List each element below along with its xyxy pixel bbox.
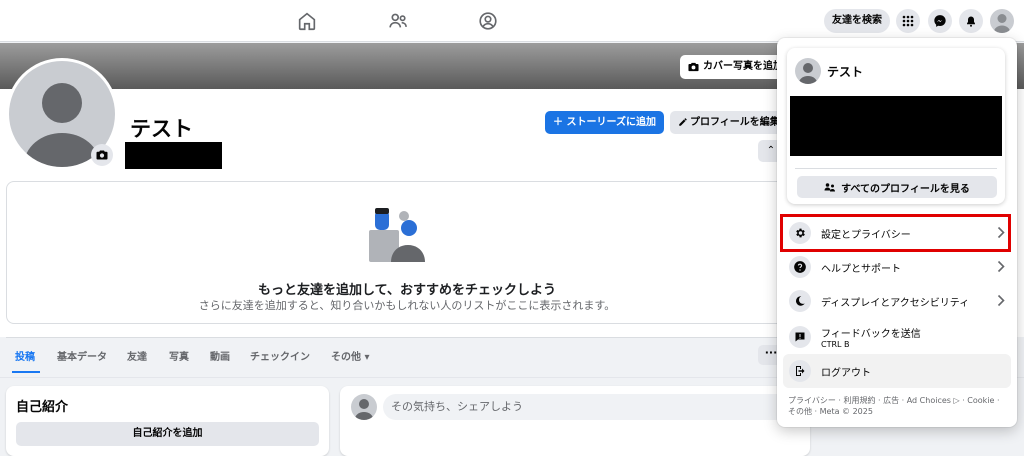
menu-item-label: ディスプレイとアクセシビリティ	[821, 297, 970, 309]
see-all-profiles-button[interactable]: すべてのプロフィールを見る	[797, 176, 997, 198]
redacted-block	[790, 96, 1002, 156]
profile-icon[interactable]	[477, 10, 499, 32]
edit-profile-label: プロフィールを編集	[690, 117, 780, 128]
pencil-icon	[678, 117, 688, 127]
edit-profile-button[interactable]: プロフィールを編集	[670, 111, 790, 134]
account-avatar[interactable]	[990, 9, 1014, 33]
see-all-profiles-label: すべてのプロフィールを見る	[841, 183, 970, 195]
tab-posts[interactable]: 投稿	[15, 348, 35, 363]
active-tab-indicator	[12, 371, 40, 373]
add-cover-photo-label: カバー写真を追加	[703, 61, 783, 72]
menu-card-divider	[795, 168, 997, 169]
intro-card: 自己紹介 自己紹介を追加	[6, 386, 329, 456]
menu-item-shortcut: CTRL B	[821, 340, 850, 349]
profiles-switch-icon	[824, 182, 836, 193]
menu-item-label: ログアウト	[821, 367, 871, 379]
chevron-right-icon	[997, 294, 1005, 307]
redacted-block	[125, 142, 222, 169]
menu-item-label: フィードバックを送信	[821, 329, 921, 340]
post-composer-card: その気持ち、シェアしよう	[340, 386, 810, 456]
question-icon	[789, 256, 811, 278]
intro-title: 自己紹介	[16, 400, 69, 415]
composer-avatar	[351, 394, 377, 420]
add-intro-button[interactable]: 自己紹介を追加	[16, 422, 319, 446]
menu-item-logout[interactable]: ログアウト	[783, 354, 1011, 388]
update-profile-picture-camera-icon[interactable]	[91, 144, 113, 166]
moon-icon	[789, 290, 811, 312]
suggestions-subtitle: さらに友達を追加すると、知り合いかもしれない人のリストがここに表示されます。	[198, 299, 616, 312]
friend-suggestions-card: もっと友達を追加して、おすすめをチェックしよう さらに友達を追加すると、知り合い…	[6, 181, 806, 324]
camera-icon	[688, 62, 699, 72]
profile-name: テスト	[130, 117, 193, 141]
menu-item-label: ヘルプとサポート	[821, 263, 901, 275]
tab-more[interactable]: その他 ▾	[331, 348, 370, 363]
add-story-button[interactable]: ＋ ストーリーズに追加	[545, 111, 664, 134]
menu-item-display-accessibility[interactable]: ディスプレイとアクセシビリティ	[783, 284, 1011, 318]
menu-footer-links[interactable]: プライバシー · 利用規約 · 広告 · Ad Choices ▷ · Cook…	[788, 395, 1010, 417]
find-friends-button[interactable]: 友達を検索	[824, 9, 890, 33]
tab-checkins[interactable]: チェックイン	[250, 348, 310, 363]
people-illustration	[367, 206, 429, 264]
chevron-right-icon	[997, 260, 1005, 273]
tab-friends[interactable]: 友達	[127, 348, 147, 363]
menu-grid-icon[interactable]	[896, 9, 920, 33]
menu-profile-card: テスト すべてのプロフィールを見る	[787, 48, 1005, 204]
tab-videos[interactable]: 動画	[210, 348, 230, 363]
top-navigation-bar: 友達を検索	[0, 0, 1024, 42]
menu-item-help-support[interactable]: ヘルプとサポート	[783, 250, 1011, 284]
menu-profile-name[interactable]: テスト	[827, 63, 863, 80]
tab-photos[interactable]: 写真	[169, 348, 189, 363]
friends-icon[interactable]	[387, 10, 409, 32]
highlight-annotation	[780, 214, 1011, 252]
bell-icon[interactable]	[959, 9, 983, 33]
add-cover-photo-button[interactable]: カバー写真を追加	[680, 55, 791, 79]
home-icon[interactable]	[296, 10, 318, 32]
feedback-icon	[789, 326, 811, 348]
logout-icon	[789, 360, 811, 382]
composer-input[interactable]: その気持ち、シェアしよう	[383, 394, 803, 420]
tabs-divider	[6, 337, 806, 338]
suggestions-title: もっと友達を追加して、おすすめをチェックしよう	[258, 283, 556, 298]
menu-item-send-feedback[interactable]: フィードバックを送信 CTRL B	[783, 319, 1011, 355]
messenger-icon[interactable]	[928, 9, 952, 33]
menu-avatar[interactable]	[795, 58, 821, 84]
tab-about[interactable]: 基本データ	[57, 348, 107, 363]
